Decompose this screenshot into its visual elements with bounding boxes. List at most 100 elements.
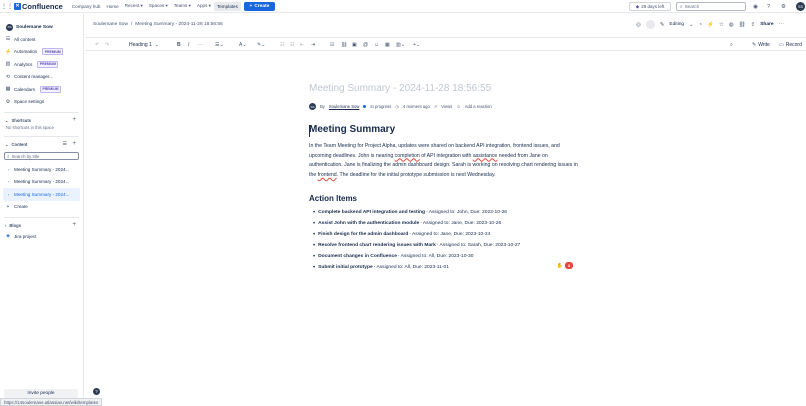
page-title-input[interactable]: Meeting Summary - 2024-11-28 18:56:55 (309, 83, 491, 94)
emoji-icon[interactable]: ☺ (374, 41, 379, 49)
list-item[interactable]: Resolve frontend chart rendering issues … (313, 240, 583, 251)
italic-icon[interactable]: I (188, 41, 189, 49)
floating-reaction[interactable]: ✋ 3 (556, 262, 573, 269)
share-button[interactable]: Share (760, 22, 773, 27)
sidebar-create-content[interactable]: + Create (0, 201, 83, 214)
nav-spaces[interactable]: Spaces ▾ (146, 2, 171, 11)
nav-company-hub[interactable]: Company hub (69, 2, 104, 11)
restrictions-icon[interactable]: ◍ (729, 22, 734, 28)
numbered-list-icon[interactable]: ☷ (290, 41, 294, 49)
highlight-icon[interactable]: ✎⌄ (257, 41, 265, 49)
sidebar-item-automation[interactable]: ⚡ Automation PREMIUM (0, 46, 83, 59)
mention-icon[interactable]: @ (363, 41, 368, 49)
nav-home[interactable]: Home (103, 2, 121, 11)
settings-icon[interactable]: ⚙ (779, 2, 788, 11)
help-icon[interactable]: ? (93, 388, 100, 395)
pencil-icon: ✎ (659, 21, 665, 28)
link-icon[interactable]: ⛓ (341, 41, 347, 49)
sidebar-item-jira-project[interactable]: ◈ Jira project (0, 230, 83, 243)
table-icon[interactable]: ▦ (385, 41, 390, 49)
nav-templates[interactable]: Templates (213, 1, 241, 11)
action-task: Assist John with the authentication modu… (318, 221, 420, 226)
notifications-icon[interactable]: ◉ (751, 2, 760, 11)
content-section-header[interactable]: ⌄ Content ☰ + (0, 139, 83, 149)
tree-page-item[interactable]: › Meeting Summary - 2024... (3, 163, 80, 176)
create-button[interactable]: + Create (243, 1, 275, 11)
find-icon[interactable]: ⌕ (730, 41, 733, 49)
app-switcher-icon[interactable]: ⋮⋮ (0, 0, 14, 13)
list-item[interactable]: Finish design for the admin dashboard - … (313, 229, 583, 240)
sidebar-item-analytics[interactable]: ▥ Analytics PREMIUM (0, 58, 83, 71)
text-color-button[interactable]: A ⌄ (239, 41, 247, 49)
content-search-input[interactable]: ⌕ Search by title (4, 152, 79, 160)
list-item[interactable]: Assist John with the authentication modu… (313, 218, 583, 229)
nav-recent[interactable]: Recent ▾ (122, 2, 146, 11)
sidebar-item-space-settings[interactable]: ⚙ Space settings (0, 96, 83, 109)
lightning-icon[interactable]: ⚡ (707, 22, 714, 28)
spellcheck-word[interactable]: frontend (318, 172, 337, 178)
add-reaction-button[interactable]: Add a reaction (465, 104, 492, 109)
editing-label[interactable]: Editing (669, 22, 684, 27)
status-label[interactable]: In progress (370, 104, 391, 109)
nav-apps[interactable]: Apps ▾ (194, 2, 214, 11)
nav-teams[interactable]: Teams ▾ (171, 2, 194, 11)
layout-icon[interactable]: ▥⌄ (396, 41, 405, 49)
record-icon: ▭ (779, 42, 784, 48)
shortcuts-section-header[interactable]: ⌄ Shortcuts + (0, 115, 83, 125)
list-item[interactable]: Document changes in Confluence - Assigne… (313, 251, 583, 262)
analytics-icon: ▥ (5, 61, 11, 68)
user-avatar[interactable]: SS (796, 2, 805, 11)
list-item[interactable]: Submit initial prototype - Assigned to: … (313, 262, 583, 273)
summary-paragraph[interactable]: In the Team Meeting for Project Alpha, u… (309, 142, 581, 180)
breadcrumb-page[interactable]: Meeting Summary - 2024-11-28 18:56:55 (135, 22, 222, 27)
spellcheck-word[interactable]: assistance (473, 153, 498, 159)
align-icon[interactable]: ☰⌄ (215, 41, 224, 49)
task-icon[interactable]: ☑ (330, 41, 334, 49)
redo-icon[interactable]: ↷ (105, 41, 109, 49)
tree-page-item-selected[interactable]: › Meeting Summary - 2024... (3, 188, 80, 201)
sidebar-item-all-content[interactable]: ☰ All content (0, 33, 83, 46)
author-link[interactable]: Soulemane Sow (329, 104, 360, 109)
insert-more-icon[interactable]: +⌄ (413, 41, 420, 49)
tree-page-item[interactable]: › Meeting Summary - 2024... (3, 176, 80, 189)
trial-button[interactable]: ◆ 29 days left (629, 2, 671, 11)
page-heading[interactable]: Meeting Summary (309, 124, 395, 135)
sidebar-item-content-manager[interactable]: ⟲ Content manager... (0, 71, 83, 84)
outdent-icon[interactable]: ⇤ (300, 41, 304, 49)
text-style-dropdown[interactable]: Heading 1 ⌄ (129, 41, 159, 49)
undo-icon[interactable]: ↶ (95, 41, 99, 49)
action-items-heading[interactable]: Action Items (309, 194, 357, 203)
more-formatting-icon[interactable]: ⋯ (198, 41, 203, 49)
blogs-section-header[interactable]: › Blogs + (0, 220, 83, 230)
views-link[interactable]: Views (441, 104, 452, 109)
search-icon: ⌕ (680, 4, 683, 9)
paragraph-text: . The deadline for the initial prototype… (336, 171, 496, 178)
add-shortcut-icon[interactable]: + (72, 117, 76, 123)
confluence-logo[interactable]: ✕ Confluence (14, 2, 63, 11)
bold-icon[interactable]: B (177, 41, 181, 49)
chevron-down-icon[interactable]: ⌄ (689, 22, 694, 28)
comment-icon[interactable]: ◔ (699, 22, 702, 28)
list-item[interactable]: Complete backend API integration and tes… (313, 207, 583, 218)
record-button[interactable]: ▭ Record (779, 41, 802, 49)
search-input[interactable]: ⌕ Search (676, 2, 746, 11)
star-icon[interactable]: ☆ (719, 22, 724, 28)
collaborator-avatar[interactable] (645, 20, 655, 29)
add-blog-icon[interactable]: + (72, 222, 76, 228)
automation-icon: ⚡ (5, 48, 12, 55)
breadcrumb-space[interactable]: Soulemane Sow (93, 22, 128, 27)
invite-people-button[interactable]: Invite people (4, 389, 78, 398)
space-header[interactable]: SS Soulemane Sow (0, 14, 83, 33)
indent-icon[interactable]: ⇥ (311, 41, 315, 49)
spellcheck-word[interactable]: completion (395, 153, 420, 159)
sidebar-item-calendars[interactable]: ▦ Calendars PREMIUM (0, 83, 83, 96)
bullet-list-icon[interactable]: ☷ (280, 41, 284, 49)
write-button[interactable]: ✎ Write (752, 41, 770, 49)
eye-icon[interactable]: ◎ (636, 22, 641, 28)
image-icon[interactable]: ▣ (352, 41, 357, 49)
more-icon[interactable]: ⋯ (779, 22, 785, 28)
add-content-icon[interactable]: + (72, 141, 76, 147)
filter-icon[interactable]: ☰ (63, 141, 67, 147)
link-icon[interactable]: ⛓ (739, 22, 746, 28)
help-icon[interactable]: ? (764, 2, 773, 11)
